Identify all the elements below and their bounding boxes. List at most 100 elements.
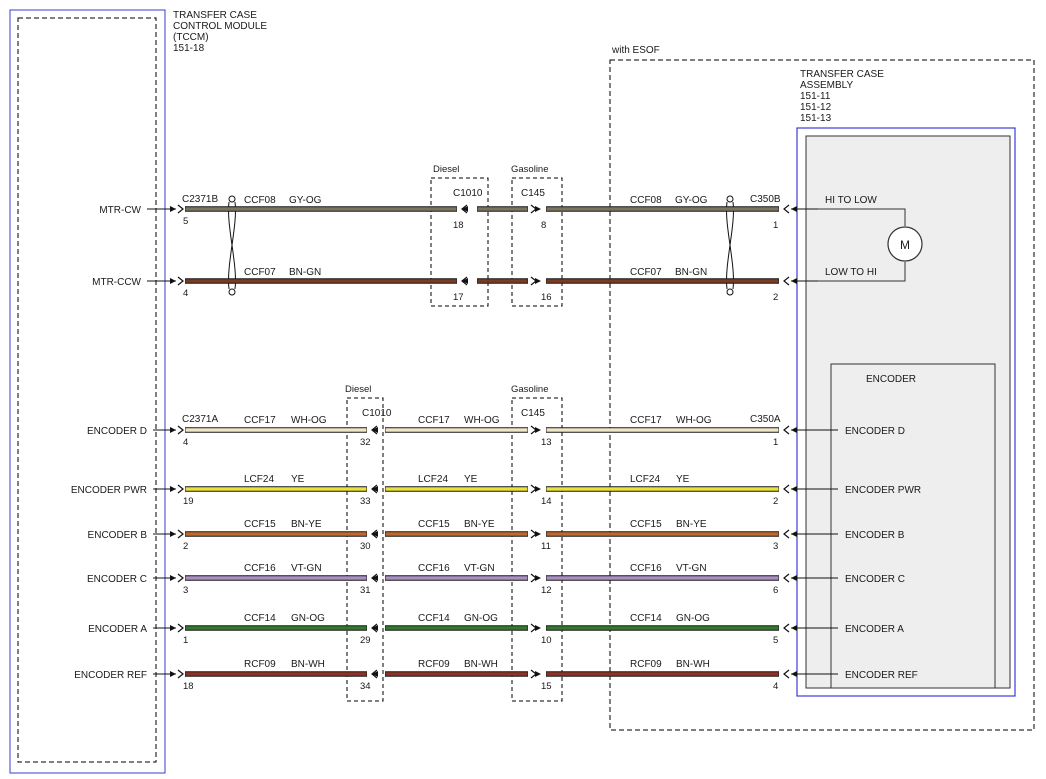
encoder-6-arrow-c145 — [535, 671, 541, 677]
encoder-2-arrow-left — [170, 486, 176, 492]
encoder-1-chevron-c350a — [783, 425, 790, 435]
top-gasoline-label: Gasoline — [511, 164, 549, 175]
encoder-6-color-3: BN-WH — [676, 659, 710, 670]
encoder-5-color-1: GN-OG — [291, 613, 325, 624]
encoder-6-circuit-1: RCF09 — [244, 659, 276, 670]
encoder-3-chevron-c350a — [783, 529, 790, 539]
encoder-3-color-2: BN-YE — [464, 519, 495, 530]
motor-2-pin-c1010: 17 — [453, 292, 464, 303]
encoder-5-chevron-c350a — [783, 623, 790, 633]
module-connectors: C2371B C350B C2371A C350A — [182, 194, 781, 425]
encoder-6-chevron-c2371a — [177, 669, 184, 679]
encoder-1-pin-left: 4 — [183, 437, 188, 448]
encoder-6-signal-label: ENCODER REF — [74, 670, 147, 681]
encoder-3-color-3: BN-YE — [676, 519, 707, 530]
transfer-case-assembly: TRANSFER CASE ASSEMBLY 151-11 151-12 151… — [796, 69, 1016, 697]
encoder-3-pin-c1010: 30 — [360, 541, 371, 552]
motor-2-pin-right: 2 — [773, 292, 778, 303]
encoder-1-circuit-3: CCF17 — [630, 415, 662, 426]
encoder-2-chevron-c350a — [783, 484, 790, 494]
motor-1-chevron-c2371b — [177, 204, 184, 214]
encoder-3-pin-c145: 11 — [541, 541, 551, 552]
encoder-6-pin-c1010: 34 — [360, 681, 371, 692]
encoder-4-arrow-c145 — [535, 575, 541, 581]
encoder-5-pin-right: 5 — [773, 635, 778, 646]
encoder-3-circuit-1: CCF15 — [244, 519, 276, 530]
encoder-title: ENCODER — [866, 374, 916, 385]
encoder-4-pin-c1010: 31 — [360, 585, 371, 596]
bottom-gasoline-label: Gasoline — [511, 384, 549, 395]
motor-1-pin-right: 1 — [773, 220, 778, 231]
tccm-title-line-1: TRANSFER CASE — [173, 10, 257, 21]
encoder-1-pin-right: 1 — [773, 437, 778, 448]
tc-title-line-1: TRANSFER CASE — [800, 69, 884, 80]
encoder-2-color-3: YE — [676, 474, 690, 485]
encoder-2-arrow-c145 — [535, 486, 541, 492]
encoder-4-pin-right: 6 — [773, 585, 778, 596]
encoder-2-circuit-2: LCF24 — [418, 474, 448, 485]
encoder-5-pin-c145: 10 — [541, 635, 552, 646]
motor-2-signal-label: MTR-CCW — [92, 277, 141, 288]
motor-1-pin-c145: 8 — [541, 220, 546, 231]
connector-c2371b: C2371B — [182, 194, 218, 205]
encoder-box — [830, 363, 996, 689]
encoder-2-color-2: YE — [464, 474, 478, 485]
encoder-2-chevron-c2371a — [177, 484, 184, 494]
motor-2-arrow-left — [170, 278, 176, 284]
encoder-1-color-3: WH-OG — [676, 415, 712, 426]
motor-1-color-left: GY-OG — [289, 195, 322, 206]
tc-title-line-3: 151-11 — [800, 91, 831, 102]
motor-2-arrow-c145 — [535, 278, 541, 284]
tc-title-line-4: 151-12 — [800, 102, 832, 113]
motor-1-signal-label: MTR-CW — [99, 205, 141, 216]
encoder-4-circuit-3: CCF16 — [630, 563, 662, 574]
encoder-6-color-1: BN-WH — [291, 659, 325, 670]
wire-circuits: MTR-CW CCF08 GY-OG CCF08 GY-OG 5 18 8 1 HI TO LOW… — [71, 195, 921, 692]
encoder-3-pin-left: 2 — [183, 541, 188, 552]
encoder-2-circuit-3: LCF24 — [630, 474, 660, 485]
tccm-title-line-2: CONTROL MODULE — [173, 21, 267, 32]
encoder-5-arrow-c145 — [535, 625, 541, 631]
motor-2-component-label: LOW TO HI — [825, 267, 877, 278]
encoder-3-color-1: BN-YE — [291, 519, 322, 530]
encoder-1-color-1: WH-OG — [291, 415, 327, 426]
motor-1-circuit-right: CCF08 — [630, 195, 662, 206]
encoder-1-pin-c1010: 32 — [360, 437, 371, 448]
encoder-4-color-3: VT-GN — [676, 563, 707, 574]
encoder-1-circuit-2: CCF17 — [418, 415, 450, 426]
encoder-4-pin-c145: 12 — [541, 585, 552, 596]
encoder-4-chevron-c2371a — [177, 573, 184, 583]
encoder-2-signal-label: ENCODER PWR — [71, 485, 147, 496]
encoder-4-chevron-c350a — [783, 573, 790, 583]
encoder-4-circuit-2: CCF16 — [418, 563, 450, 574]
encoder-5-color-2: GN-OG — [464, 613, 498, 624]
motor-2-color-right: BN-GN — [675, 267, 707, 278]
connector-c350a: C350A — [750, 414, 781, 425]
encoder-3-pin-right: 3 — [773, 541, 778, 552]
motor-1-chevron-c350b — [783, 204, 790, 214]
encoder-1-circuit-1: CCF17 — [244, 415, 276, 426]
encoder-2-pin-right: 2 — [773, 496, 778, 507]
motor-2-pin-left: 4 — [183, 288, 188, 299]
encoder-6-arrow-left — [170, 671, 176, 677]
bottom-diesel-connector: C1010 — [362, 408, 392, 419]
encoder-6-pin-left: 18 — [183, 681, 194, 692]
encoder-6-pin-right: 4 — [773, 681, 778, 692]
encoder-1-signal-label: ENCODER D — [87, 426, 147, 437]
encoder-5-component-label: ENCODER A — [845, 624, 904, 635]
encoder-4-color-2: VT-GN — [464, 563, 495, 574]
esof-label: with ESOF — [611, 45, 660, 56]
encoder-4-arrow-left — [170, 575, 176, 581]
encoder-2-circuit-1: LCF24 — [244, 474, 274, 485]
motor-1-pin-left: 5 — [183, 216, 188, 227]
encoder-1-component-label: ENCODER D — [845, 426, 905, 437]
motor-1-pin-c1010: 18 — [453, 220, 464, 231]
encoder-4-pin-left: 3 — [183, 585, 188, 596]
encoder-5-circuit-3: CCF14 — [630, 613, 662, 624]
encoder-5-chevron-c2371a — [177, 623, 184, 633]
motor-label: M — [900, 238, 910, 252]
encoder-4-color-1: VT-GN — [291, 563, 322, 574]
motor-2-circuit-left: CCF07 — [244, 267, 276, 278]
tccm-title-line-4: 151-18 — [173, 43, 205, 54]
motor-1-arrow-left — [170, 206, 176, 212]
